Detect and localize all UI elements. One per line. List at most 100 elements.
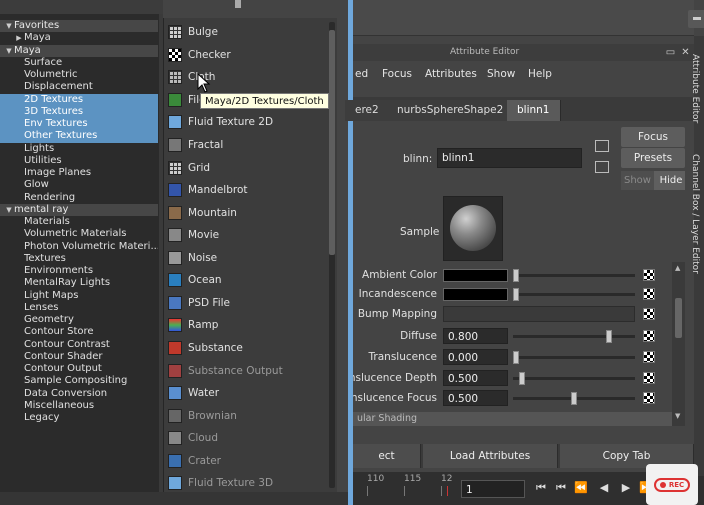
tree-item-contour-store[interactable]: Contour Store: [0, 326, 158, 338]
tab-ere2[interactable]: ere2: [345, 100, 390, 121]
node-item-cloud[interactable]: Cloud: [168, 427, 326, 450]
expand-down-icon[interactable]: ▼: [4, 204, 14, 216]
tree-item-sample-compositing[interactable]: Sample Compositing: [0, 375, 158, 387]
tree-group-maya[interactable]: ▼ Maya: [0, 44, 158, 57]
attr-slider[interactable]: [513, 269, 635, 282]
attr-value-field[interactable]: 0.000: [443, 349, 508, 365]
attr-slider[interactable]: [513, 392, 635, 405]
node-item-fractal[interactable]: Fractal: [168, 134, 326, 157]
slider-handle[interactable]: [513, 351, 519, 364]
attr-value-field[interactable]: 0.500: [443, 390, 508, 406]
specular-shading-section-header[interactable]: ular Shading: [353, 412, 685, 426]
tree-group-favorites[interactable]: ▼ Favorites: [0, 20, 158, 33]
expand-down-icon[interactable]: ▼: [4, 20, 14, 32]
map-texture-checker-icon[interactable]: [643, 308, 655, 320]
attr-slider[interactable]: [513, 372, 635, 385]
map-texture-checker-icon[interactable]: [643, 351, 655, 363]
menu-edit[interactable]: ed: [355, 68, 368, 80]
expand-down-icon[interactable]: ▼: [4, 45, 14, 57]
minimize-icon[interactable]: [688, 10, 704, 28]
node-item-substance-output[interactable]: Substance Output: [168, 359, 326, 382]
node-item-substance[interactable]: Substance: [168, 337, 326, 360]
tree-item-legacy[interactable]: Legacy: [0, 412, 158, 424]
tree-item-2d-textures[interactable]: 2D Textures: [0, 93, 158, 106]
map-texture-checker-icon[interactable]: [643, 269, 655, 281]
tree-item-mentalray-lights[interactable]: MentalRay Lights: [0, 277, 158, 289]
presets-button[interactable]: Presets: [621, 148, 685, 168]
node-item-water[interactable]: Water: [168, 382, 326, 405]
attr-slider[interactable]: [513, 351, 635, 364]
window-minimize-icon[interactable]: ▭: [665, 47, 676, 58]
tree-item-miscellaneous[interactable]: Miscellaneous: [0, 400, 158, 412]
step-back-key-icon[interactable]: ⏮: [554, 481, 568, 495]
tree-item-image-planes[interactable]: Image Planes: [0, 167, 158, 179]
node-item-ocean[interactable]: Ocean: [168, 269, 326, 292]
tree-item-glow[interactable]: Glow: [0, 179, 158, 191]
node-list-scroll-thumb[interactable]: [329, 30, 335, 255]
tree-item-displacement[interactable]: Displacement: [0, 81, 158, 93]
node-name-field[interactable]: blinn1: [437, 148, 582, 168]
node-item-cloth[interactable]: Cloth: [168, 66, 326, 89]
slider-handle[interactable]: [513, 269, 519, 282]
attr-slider[interactable]: [513, 330, 635, 343]
play-forwards-icon[interactable]: ▶: [619, 481, 633, 495]
tree-group-mental-ray[interactable]: ▼ mental ray: [0, 203, 158, 217]
hide-button[interactable]: Hide: [654, 171, 685, 190]
map-texture-checker-icon[interactable]: [643, 392, 655, 404]
tree-top-scrollbar[interactable]: [0, 0, 163, 14]
map-texture-checker-icon[interactable]: [643, 372, 655, 384]
tree-item-surface[interactable]: Surface: [0, 57, 158, 69]
slider-handle[interactable]: [513, 288, 519, 301]
attr-value-field[interactable]: 0.500: [443, 370, 508, 386]
tree-item-data-conversion[interactable]: Data Conversion: [0, 388, 158, 400]
map-texture-checker-icon[interactable]: [643, 288, 655, 300]
node-item-bulge[interactable]: Bulge: [168, 21, 326, 44]
play-backwards-icon[interactable]: ◀: [597, 481, 611, 495]
tree-item-materials[interactable]: Materials: [0, 216, 158, 228]
node-list-scrollbar[interactable]: [329, 22, 335, 488]
load-attributes-button[interactable]: Load Attributes: [423, 444, 558, 468]
tree-item-environments[interactable]: Environments: [0, 265, 158, 277]
tree-item-volumetric[interactable]: Volumetric: [0, 69, 158, 81]
node-item-fluid-texture-3d[interactable]: Fluid Texture 3D: [168, 472, 326, 492]
output-connection-icon[interactable]: [595, 161, 609, 173]
tree-item-lights[interactable]: Lights: [0, 143, 158, 155]
attribute-editor-scrollbar[interactable]: ▲ ▼: [672, 262, 685, 426]
top-slider-thumb[interactable]: [235, 0, 241, 8]
tree-item-3d-textures[interactable]: 3D Textures: [0, 105, 158, 119]
node-item-movie[interactable]: Movie: [168, 224, 326, 247]
tab-nurbssphereshape2[interactable]: nurbsSphereShape2: [387, 100, 515, 121]
node-item-brownian[interactable]: Brownian: [168, 404, 326, 427]
tree-item-contour-contrast[interactable]: Contour Contrast: [0, 339, 158, 351]
slider-handle[interactable]: [518, 372, 525, 385]
node-item-fluid-texture-2d[interactable]: Fluid Texture 2D: [168, 111, 326, 134]
slider-handle[interactable]: [605, 330, 612, 343]
tree-item-other-textures[interactable]: Other Textures: [0, 130, 158, 143]
side-tab-channel-box[interactable]: Channel Box / Layer Editor: [690, 154, 700, 274]
tree-item-photon-volumetric-materi[interactable]: Photon Volumetric Materi...: [0, 241, 158, 253]
tree-item-rendering[interactable]: Rendering: [0, 192, 158, 204]
attr-value-field[interactable]: 0.800: [443, 328, 508, 344]
input-connection-icon[interactable]: [595, 140, 609, 152]
show-button[interactable]: Show: [621, 171, 654, 190]
tree-item-contour-output[interactable]: Contour Output: [0, 363, 158, 375]
node-item-mandelbrot[interactable]: Mandelbrot: [168, 179, 326, 202]
step-back-frame-icon[interactable]: ⏪: [574, 481, 588, 495]
attribute-editor-scroll-thumb[interactable]: [675, 298, 682, 338]
attr-slider[interactable]: [513, 288, 635, 301]
color-swatch[interactable]: [443, 269, 508, 282]
tree-item-light-maps[interactable]: Light Maps: [0, 290, 158, 302]
expand-right-icon[interactable]: ▶: [14, 32, 24, 44]
go-to-start-icon[interactable]: ⏮: [534, 481, 548, 495]
tree-item-textures[interactable]: Textures: [0, 253, 158, 265]
menu-attributes[interactable]: Attributes: [425, 68, 477, 80]
tab-blinn1[interactable]: blinn1: [507, 100, 561, 121]
scroll-up-icon[interactable]: ▲: [675, 264, 680, 272]
color-swatch[interactable]: [443, 288, 508, 301]
tree-item-contour-shader[interactable]: Contour Shader: [0, 351, 158, 363]
current-frame-marker[interactable]: [447, 486, 448, 496]
map-texture-checker-icon[interactable]: [643, 330, 655, 342]
tree-item-geometry[interactable]: Geometry: [0, 314, 158, 326]
node-item-noise[interactable]: Noise: [168, 247, 326, 270]
tree-item-utilities[interactable]: Utilities: [0, 155, 158, 167]
